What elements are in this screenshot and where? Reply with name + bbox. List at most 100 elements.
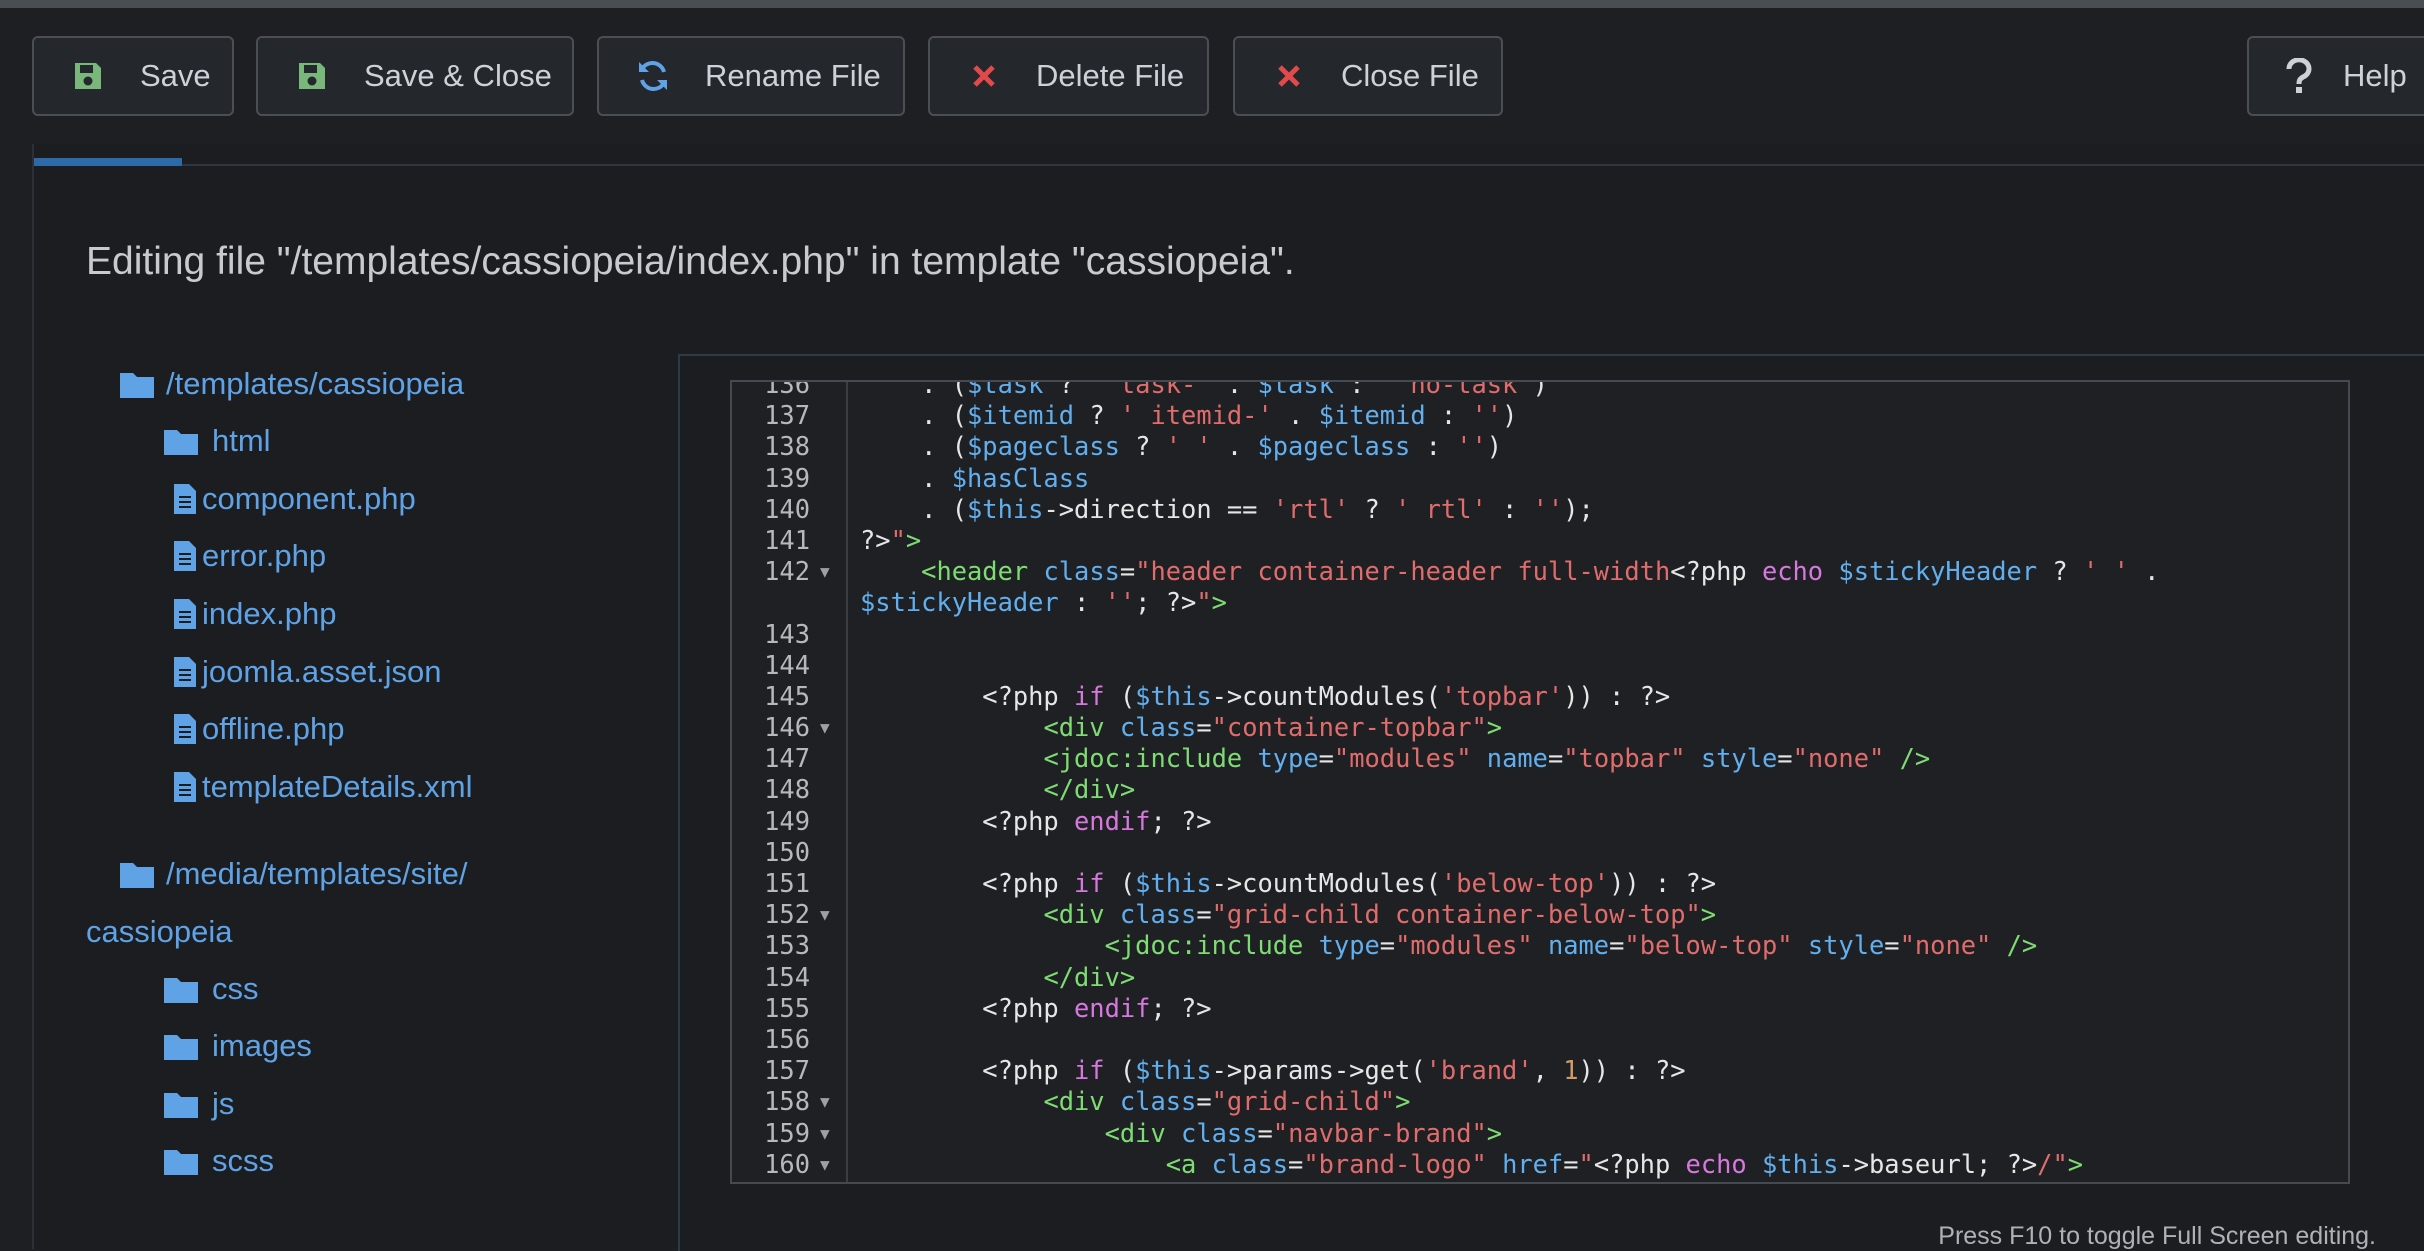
folder-images[interactable]: images — [164, 1028, 312, 1064]
code-line: 145 <?php if ($this->countModules('topba… — [732, 681, 2348, 712]
line-number: 153 — [764, 930, 810, 961]
toolbar: Save Save & Close Rename File Delete Fil… — [0, 8, 2424, 144]
fold-arrow-icon[interactable]: ▼ — [820, 899, 830, 930]
line-number: 147 — [764, 743, 810, 774]
code-line: 141 ?>"> — [732, 525, 2348, 556]
folder-label: css — [212, 971, 259, 1006]
folder-js[interactable]: js — [164, 1086, 234, 1122]
line-number: 136 — [764, 380, 810, 399]
file-icon — [174, 714, 196, 744]
line-number: 143 — [764, 618, 810, 649]
folder-media-templates-cont[interactable]: cassiopeia — [86, 914, 232, 950]
save-icon — [292, 56, 332, 96]
file-label: component.php — [202, 481, 416, 516]
code-editor[interactable]: 136 . ($task ? ' task-' . $task : ' no-t… — [730, 380, 2350, 1184]
line-number: 156 — [764, 1023, 810, 1054]
code-line: 149 <?php endif; ?> — [732, 806, 2348, 837]
folder-label: js — [212, 1086, 235, 1121]
file-label: templateDetails.xml — [202, 769, 473, 804]
line-number: 157 — [764, 1055, 810, 1086]
file-offline[interactable]: offline.php — [174, 711, 345, 747]
folder-label: html — [212, 423, 271, 458]
code-line: 152 ▼ <div class="grid-child container-be… — [732, 899, 2348, 930]
line-number: 144 — [764, 649, 810, 680]
line-number: 138 — [764, 431, 810, 462]
save-close-button[interactable]: Save & Close — [256, 36, 574, 116]
fold-arrow-icon[interactable]: ▼ — [820, 1086, 830, 1117]
browser-top-strip — [0, 0, 2424, 8]
fold-arrow-icon[interactable]: ▼ — [820, 1149, 830, 1180]
code-line: 142 ▼ <header class="header container-hea… — [732, 556, 2348, 618]
folder-label: /media/templates/site/ — [166, 856, 468, 891]
folder-media-templates[interactable]: /media/templates/site/ — [120, 856, 468, 892]
line-number: 149 — [764, 805, 810, 836]
file-label: offline.php — [202, 711, 345, 746]
file-icon — [174, 657, 196, 687]
code-line: 139 . $hasClass — [732, 463, 2348, 494]
code-line: 140 . ($this->direction == 'rtl' ? ' rtl… — [732, 494, 2348, 525]
tab-divider — [34, 164, 2424, 166]
delete-file-button[interactable]: Delete File — [928, 36, 1209, 116]
folder-label: images — [212, 1028, 312, 1063]
folder-label: cassiopeia — [86, 914, 233, 949]
rename-file-button[interactable]: Rename File — [597, 36, 905, 116]
folder-html[interactable]: html — [164, 423, 271, 459]
close-file-label: Close File — [1341, 58, 1479, 93]
line-number: 159 — [764, 1117, 810, 1148]
file-error[interactable]: error.php — [174, 538, 326, 574]
folder-icon — [164, 1090, 198, 1118]
fold-arrow-icon[interactable]: ▼ — [820, 712, 830, 743]
folder-label: scss — [212, 1143, 274, 1178]
fold-arrow-icon[interactable]: ▼ — [820, 556, 830, 587]
close-file-button[interactable]: Close File — [1233, 36, 1503, 116]
code-line: 160 ▼ <a class="brand-logo" href="<?php e… — [732, 1149, 2348, 1180]
code-line: 155 <?php endif; ?> — [732, 993, 2348, 1024]
line-number: 140 — [764, 493, 810, 524]
folder-templates-cassiopeia[interactable]: /templates/cassiopeia — [120, 366, 464, 402]
help-button[interactable]: Help — [2247, 36, 2424, 116]
line-number: 139 — [764, 462, 810, 493]
line-number: 150 — [764, 836, 810, 867]
code-line: 136 . ($task ? ' task-' . $task : ' no-t… — [732, 380, 2348, 400]
line-number: 148 — [764, 774, 810, 805]
folder-icon — [164, 1032, 198, 1060]
folder-label: /templates/cassiopeia — [166, 366, 465, 401]
code-line: 138 . ($pageclass ? ' ' . $pageclass : '… — [732, 431, 2348, 462]
refresh-icon — [633, 56, 673, 96]
fold-arrow-icon[interactable]: ▼ — [820, 1118, 830, 1149]
file-label: index.php — [202, 596, 337, 631]
line-number: 151 — [764, 868, 810, 899]
line-number: 142 — [764, 556, 810, 587]
code-line: 146 ▼ <div class="container-topbar"> — [732, 712, 2348, 743]
code-line: 156 — [732, 1024, 2348, 1055]
file-icon — [174, 599, 196, 629]
code-line: 147 <jdoc:include type="modules" name="t… — [732, 743, 2348, 774]
file-index[interactable]: index.php — [174, 596, 336, 632]
line-number: 152 — [764, 899, 810, 930]
code-line: 137 . ($itemid ? ' itemid-' . $itemid : … — [732, 400, 2348, 431]
tab-editor[interactable] — [34, 158, 182, 166]
folder-icon — [120, 860, 154, 888]
save-button[interactable]: Save — [32, 36, 234, 116]
file-templatedetails[interactable]: templateDetails.xml — [174, 769, 472, 805]
folder-css[interactable]: css — [164, 971, 259, 1007]
line-number: 141 — [764, 524, 810, 555]
file-component[interactable]: component.php — [174, 481, 416, 517]
file-label: joomla.asset.json — [202, 654, 442, 689]
code-line: 157 <?php if ($this->params->get('brand'… — [732, 1055, 2348, 1086]
help-label: Help — [2343, 58, 2407, 93]
file-icon — [174, 484, 196, 514]
folder-scss[interactable]: scss — [164, 1143, 274, 1179]
code-line: 143 — [732, 619, 2348, 650]
line-number: 146 — [764, 712, 810, 743]
folder-icon — [164, 1147, 198, 1175]
rename-file-label: Rename File — [705, 58, 881, 93]
file-label: error.php — [202, 538, 327, 573]
file-joomla-asset[interactable]: joomla.asset.json — [174, 654, 442, 690]
line-number: 145 — [764, 680, 810, 711]
code-line: 154 </div> — [732, 962, 2348, 993]
code-line: 158 ▼ <div class="grid-child"> — [732, 1086, 2348, 1117]
code-line: 159 ▼ <div class="navbar-brand"> — [732, 1118, 2348, 1149]
folder-icon — [120, 370, 154, 398]
code-line: 151 <?php if ($this->countModules('below… — [732, 868, 2348, 899]
